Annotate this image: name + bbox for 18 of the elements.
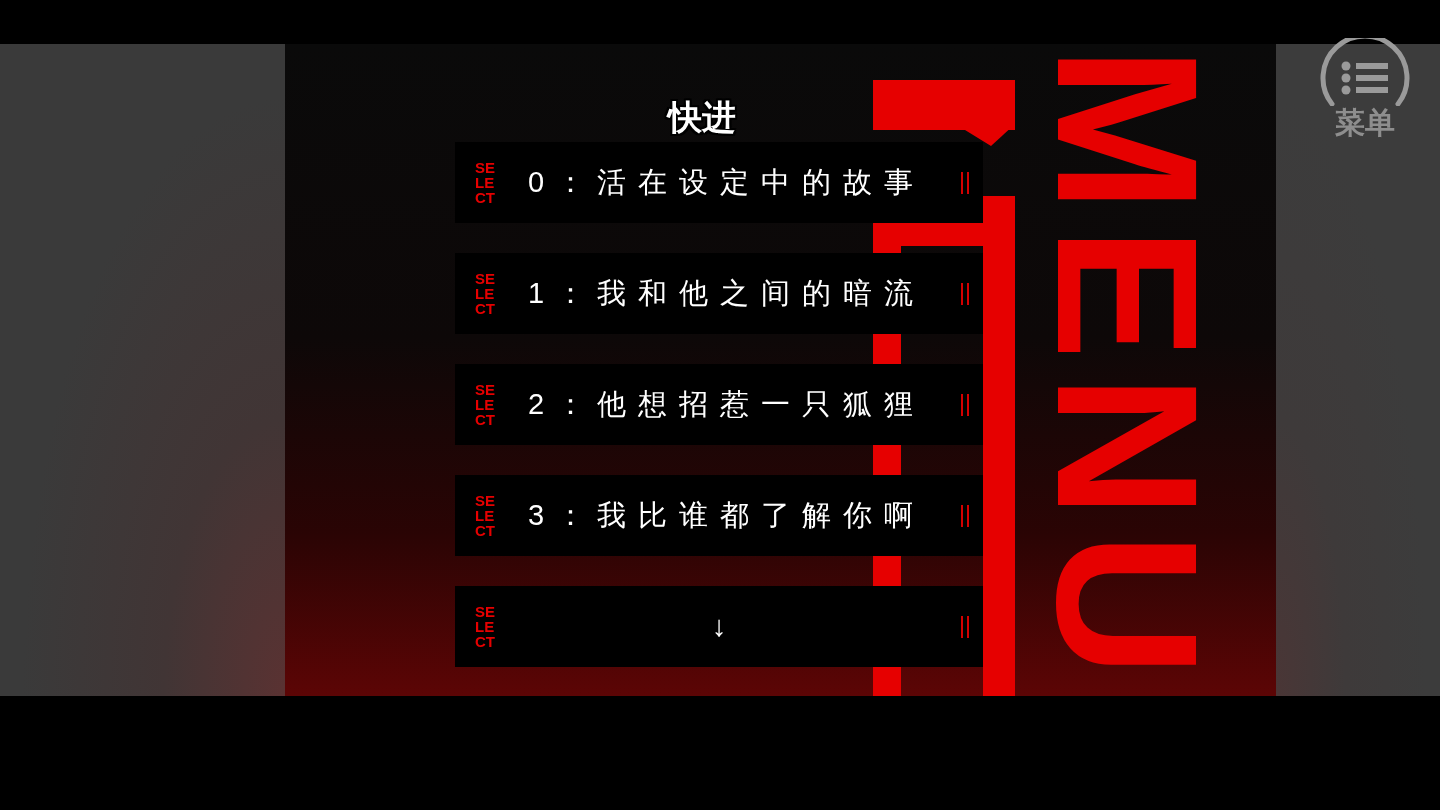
select-label: SELECT xyxy=(475,493,496,538)
status-caption: 快进 xyxy=(668,100,736,134)
double-bar-icon xyxy=(961,171,969,194)
menu-title-art: MENU xyxy=(1027,46,1227,691)
choice-button[interactable]: SELECT 0：活在设定中的故事 xyxy=(455,142,983,223)
double-bar-icon xyxy=(961,393,969,416)
select-label: SELECT xyxy=(475,271,496,316)
menu-icon xyxy=(1320,38,1410,106)
choice-button[interactable]: SELECT ↓ xyxy=(455,586,983,667)
double-bar-icon xyxy=(961,504,969,527)
choice-button[interactable]: SELECT 2：他想招惹一只狐狸 xyxy=(455,364,983,445)
double-bar-icon xyxy=(961,615,969,638)
select-label: SELECT xyxy=(475,160,496,205)
choice-button[interactable]: SELECT 1：我和他之间的暗流 xyxy=(455,253,983,334)
select-label: SELECT xyxy=(475,382,496,427)
choice-button[interactable]: SELECT 3：我比谁都了解你啊 xyxy=(455,475,983,556)
double-bar-icon xyxy=(961,282,969,305)
select-label: SELECT xyxy=(475,604,496,649)
